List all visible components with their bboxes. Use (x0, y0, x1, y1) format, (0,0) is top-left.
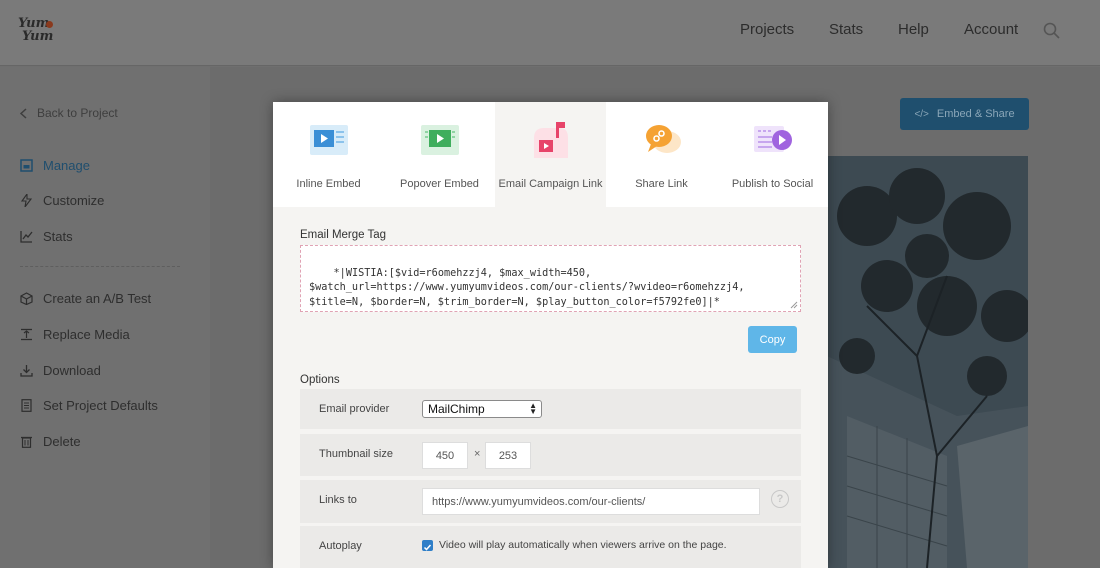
logo-dot (46, 21, 53, 28)
back-to-project-label: Back to Project (37, 106, 118, 120)
project-sidebar: Back to Project Manage Customize Stats C… (0, 67, 210, 568)
embed-share-modal: Inline Embed Popover Embed Email Campaig… (273, 102, 828, 568)
replace-icon (21, 328, 32, 341)
tab-label: Email Campaign Link (498, 178, 603, 190)
back-to-project-link[interactable]: Back to Project (20, 106, 118, 120)
popover-embed-icon (420, 125, 459, 155)
nav-help[interactable]: Help (898, 21, 929, 38)
chevron-left-icon (20, 107, 27, 119)
select-arrows-icon: ▲ ▼ (529, 401, 537, 416)
bolt-icon (20, 194, 33, 207)
logo-line-2: Yum (22, 29, 54, 44)
option-thumbnail-size: Thumbnail size 450 × 253 (300, 434, 801, 476)
tab-popover-embed[interactable]: Popover Embed (384, 102, 495, 207)
resize-grip-icon[interactable] (790, 301, 798, 309)
sidebar-item-label: Download (43, 363, 101, 378)
download-icon (20, 365, 33, 377)
embed-type-tabs: Inline Embed Popover Embed Email Campaig… (273, 102, 828, 207)
building-tree-photo (827, 156, 1028, 568)
email-provider-label: Email provider (319, 403, 390, 415)
nav-stats[interactable]: Stats (829, 21, 863, 38)
autoplay-label: Autoplay (319, 540, 362, 552)
embed-share-button[interactable]: </> Embed & Share (900, 98, 1029, 130)
email-provider-value: MailChimp (428, 402, 485, 416)
option-autoplay: Autoplay Video will play automatically w… (300, 526, 801, 568)
nav-projects[interactable]: Projects (740, 21, 794, 38)
merge-tag-textarea[interactable]: *|WISTIA:[$vid=r6omehzzj4, $max_width=45… (300, 245, 801, 312)
tab-share-link[interactable]: Share Link (606, 102, 717, 207)
sidebar-item-stats[interactable]: Stats (20, 229, 73, 244)
manage-icon (20, 159, 33, 172)
email-provider-select[interactable]: MailChimp ▲ ▼ (422, 400, 542, 418)
tab-email-campaign-link[interactable]: Email Campaign Link (495, 102, 606, 207)
publish-social-icon (753, 126, 792, 152)
tab-label: Popover Embed (400, 178, 479, 190)
sidebar-item-delete[interactable]: Delete (20, 434, 81, 449)
sidebar-item-label: Delete (43, 434, 81, 449)
sidebar-item-manage[interactable]: Manage (20, 158, 90, 173)
search-icon[interactable] (1043, 22, 1060, 39)
yumyum-logo[interactable]: Yum Yum (16, 16, 56, 48)
merge-tag-label: Email Merge Tag (300, 229, 387, 241)
sidebar-item-project-defaults[interactable]: Set Project Defaults (20, 398, 158, 413)
sidebar-item-label: Stats (43, 229, 73, 244)
checkmark-icon (423, 544, 432, 551)
autoplay-checkbox[interactable] (422, 540, 433, 551)
dimension-separator: × (474, 448, 481, 460)
links-to-label: Links to (319, 494, 357, 506)
thumbnail-height-input[interactable]: 253 (485, 442, 531, 469)
help-icon[interactable]: ? (771, 490, 789, 508)
code-icon: </> (914, 108, 929, 120)
trash-icon (21, 436, 32, 448)
tab-label: Inline Embed (296, 178, 361, 190)
cube-icon (20, 292, 33, 305)
inline-embed-icon (309, 125, 348, 155)
sidebar-item-download[interactable]: Download (20, 363, 101, 378)
sidebar-item-label: Replace Media (43, 327, 130, 342)
sidebar-item-customize[interactable]: Customize (20, 193, 104, 208)
share-link-icon (645, 125, 681, 153)
links-to-input[interactable]: https://www.yumyumvideos.com/our-clients… (422, 488, 760, 515)
sidebar-item-label: Set Project Defaults (43, 398, 158, 413)
autoplay-description: Video will play automatically when viewe… (439, 539, 727, 551)
option-email-provider: Email provider MailChimp ▲ ▼ (300, 389, 801, 429)
video-thumbnail[interactable] (827, 156, 1028, 568)
option-links-to: Links to https://www.yumyumvideos.com/ou… (300, 480, 801, 523)
chart-icon (20, 231, 33, 243)
thumbnail-width-input[interactable]: 450 (422, 442, 468, 469)
tab-inline-embed[interactable]: Inline Embed (273, 102, 384, 207)
tab-label: Share Link (635, 178, 688, 190)
embed-share-label: Embed & Share (936, 108, 1015, 120)
sidebar-item-label: Manage (43, 158, 90, 173)
document-icon (21, 399, 32, 412)
sidebar-item-replace-media[interactable]: Replace Media (20, 327, 130, 342)
sidebar-divider (20, 266, 180, 267)
tab-label: Publish to Social (731, 178, 814, 190)
nav-account[interactable]: Account (964, 21, 1018, 38)
copy-button[interactable]: Copy (748, 326, 797, 353)
sidebar-item-ab-test[interactable]: Create an A/B Test (20, 291, 151, 306)
sidebar-item-label: Customize (43, 193, 105, 208)
options-heading: Options (300, 374, 340, 386)
email-campaign-icon (533, 122, 568, 158)
tab-publish-to-social[interactable]: Publish to Social (717, 102, 828, 207)
sidebar-item-label: Create an A/B Test (43, 291, 152, 306)
top-navigation-bar: Yum Yum Projects Stats Help Account (0, 0, 1100, 66)
thumbnail-size-label: Thumbnail size (319, 448, 393, 460)
merge-tag-code: *|WISTIA:[$vid=r6omehzzj4, $max_width=45… (309, 267, 745, 308)
